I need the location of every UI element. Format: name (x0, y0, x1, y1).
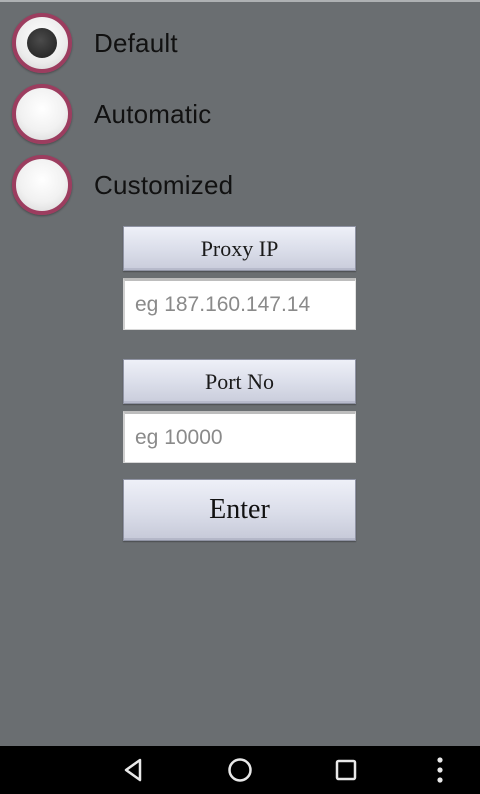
proxy-ip-label: Proxy IP (123, 226, 356, 271)
radio-label-automatic: Automatic (94, 98, 212, 129)
radio-default[interactable]: Default (12, 9, 178, 77)
radio-label-default: Default (94, 27, 178, 58)
radio-label-customized: Customized (94, 169, 234, 200)
proxy-ip-input[interactable] (123, 278, 356, 330)
radio-button-customized[interactable] (12, 155, 72, 215)
enter-button[interactable]: Enter (123, 479, 356, 541)
home-icon[interactable] (224, 754, 256, 786)
port-no-label: Port No (123, 359, 356, 404)
navigation-bar (0, 746, 480, 794)
radio-button-automatic[interactable] (12, 84, 72, 144)
radio-automatic[interactable]: Automatic (12, 80, 211, 148)
radio-button-default[interactable] (12, 13, 72, 73)
port-no-input[interactable] (123, 411, 356, 463)
back-icon[interactable] (117, 754, 149, 786)
screen: Default Automatic Customized Proxy IP Po… (0, 0, 480, 794)
top-edge (0, 0, 480, 2)
radio-selected-dot (27, 28, 57, 58)
recent-apps-icon[interactable] (330, 754, 362, 786)
overflow-menu-icon[interactable] (424, 754, 456, 786)
radio-customized[interactable]: Customized (12, 151, 233, 219)
